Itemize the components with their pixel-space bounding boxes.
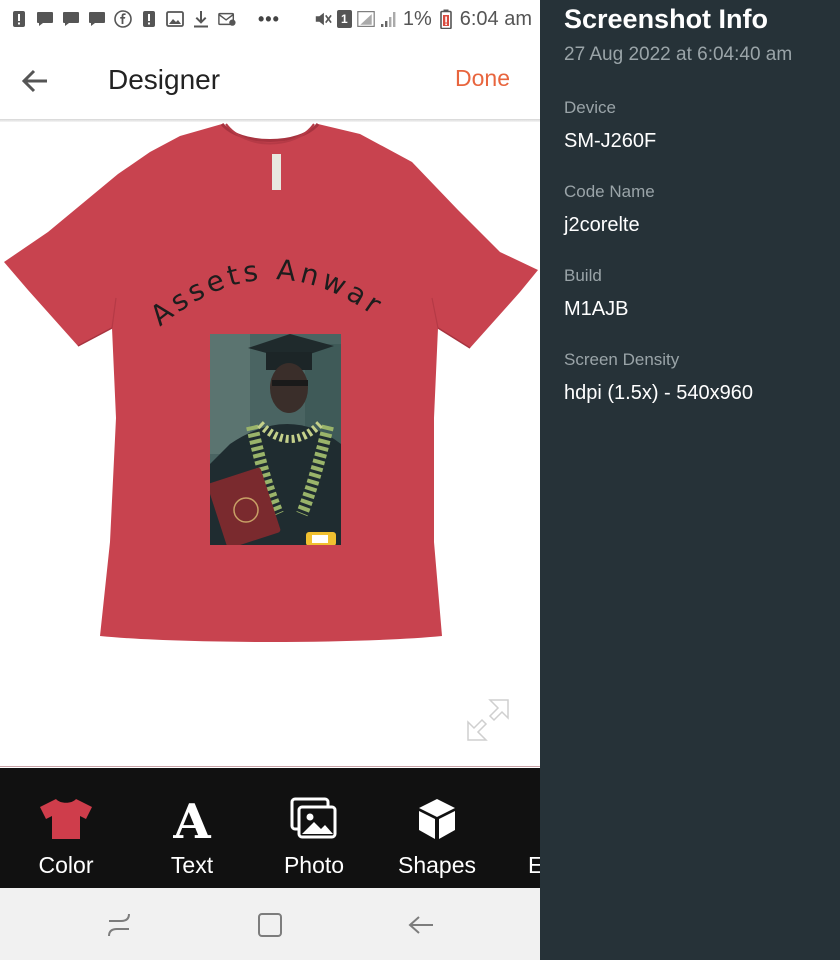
info-date: 27 Aug 2022 at 6:04:40 am	[564, 44, 793, 65]
nav-back-icon[interactable]	[406, 910, 436, 940]
cell-signal-icon	[380, 10, 398, 28]
mute-icon	[314, 10, 332, 28]
page-title: Designer	[108, 64, 221, 95]
screenshot-info-panel: Screenshot Info 27 Aug 2022 at 6:04:40 a…	[540, 0, 840, 960]
alert-icon	[140, 10, 158, 28]
message-icon	[88, 10, 106, 28]
status-bar: ••• 1 1% 6:04 am	[0, 0, 540, 38]
wifi-signal-icon	[357, 10, 375, 28]
system-icons: 1 1% 6:04 am	[314, 8, 532, 31]
expand-button[interactable]	[460, 692, 516, 748]
design-canvas[interactable]: Assets Anwar	[0, 122, 540, 768]
tool-next-button[interactable]: E	[520, 768, 540, 888]
phone-screen: ••• 1 1% 6:04 am Designer Done Assets An…	[0, 0, 540, 960]
tool-photo-button[interactable]: Photo	[268, 768, 360, 888]
shirt-tag	[272, 154, 281, 190]
app-bar: Designer Done	[0, 38, 540, 120]
build-value: M1AJB	[564, 298, 629, 320]
tool-text-label: Text	[170, 852, 214, 878]
cube-icon	[416, 790, 458, 848]
battery-low-icon	[437, 9, 455, 29]
code-name-label: Code Name	[564, 182, 655, 201]
device-label: Device	[564, 98, 616, 117]
tool-color-button[interactable]: Color	[22, 768, 110, 888]
expand-icon	[467, 699, 509, 741]
code-name-value: j2corelte	[564, 214, 640, 236]
recent-apps-icon[interactable]	[104, 910, 134, 940]
tool-text-button[interactable]: A Text	[150, 768, 234, 888]
tool-shapes-label: Shapes	[397, 852, 476, 878]
tool-next-label: E	[528, 852, 540, 878]
tool-photo-label: Photo	[283, 852, 345, 878]
info-title: Screenshot Info	[564, 4, 769, 34]
system-nav-bar	[0, 888, 540, 960]
done-button[interactable]: Done	[455, 65, 510, 92]
build-label: Build	[564, 266, 602, 285]
photo-graduate	[210, 334, 341, 545]
alert-icon	[10, 10, 28, 28]
tshirt-icon	[38, 790, 94, 848]
print-area-line	[0, 766, 540, 767]
clock: 6:04 am	[459, 7, 532, 30]
svg-text:A: A	[172, 796, 211, 842]
tool-bar: Color A Text Photo Shapes E	[0, 768, 540, 888]
text-a-icon: A	[170, 790, 214, 848]
back-button[interactable]	[18, 64, 52, 98]
battery-percent: 1%	[402, 7, 432, 30]
message-icon	[36, 10, 54, 28]
uploaded-photo[interactable]	[210, 334, 341, 545]
overflow-dots: •••	[258, 8, 280, 29]
photo-icon	[290, 790, 338, 848]
facebook-icon	[114, 10, 132, 28]
message-icon	[62, 10, 80, 28]
device-value: SM-J260F	[564, 130, 657, 152]
sim-badge: 1	[336, 10, 352, 28]
notification-icons: •••	[10, 9, 280, 30]
download-icon	[192, 10, 210, 28]
mail-off-icon	[218, 10, 236, 28]
screen-density-value: hdpi (1.5x) - 540x960	[564, 382, 754, 404]
home-icon[interactable]	[255, 910, 285, 940]
gallery-icon	[166, 10, 184, 28]
arrow-left-icon	[21, 69, 47, 93]
tool-color-label: Color	[38, 852, 94, 878]
screen-density-label: Screen Density	[564, 350, 680, 369]
tool-shapes-button[interactable]: Shapes	[390, 768, 484, 888]
